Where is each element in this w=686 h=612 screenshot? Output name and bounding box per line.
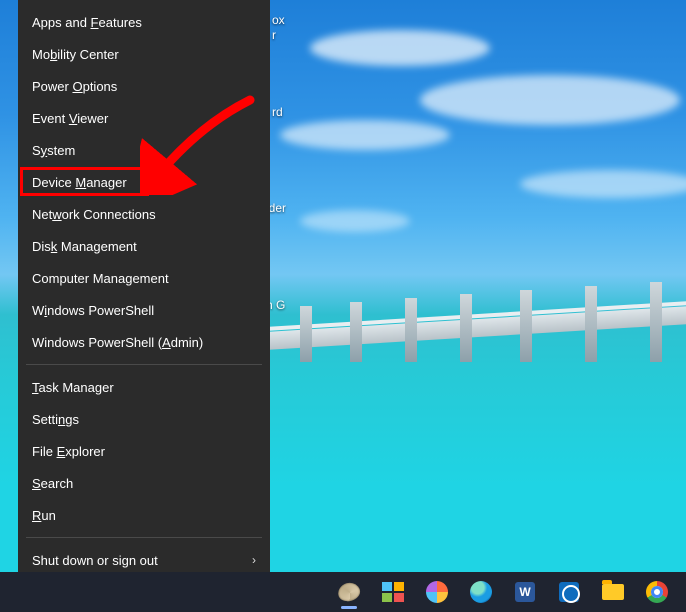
menu-item-label: Run xyxy=(32,508,56,523)
taskbar-item-copilot[interactable] xyxy=(418,573,456,611)
taskbar-item-microsoft-word[interactable]: W xyxy=(506,573,544,611)
taskbar[interactable]: W xyxy=(0,572,686,612)
desktop-icon-label-fragment: rd xyxy=(272,105,283,119)
taskbar-item-microsoft-edge[interactable] xyxy=(462,573,500,611)
menu-item-settings[interactable]: Settings xyxy=(18,403,270,435)
menu-item-power-options[interactable]: Power Options xyxy=(18,70,270,102)
word-icon: W xyxy=(515,582,535,602)
edge-icon xyxy=(470,581,492,603)
menu-item-label: Shut down or sign out xyxy=(32,553,158,568)
bridge-illustration xyxy=(265,305,686,350)
menu-item-disk-management[interactable]: Disk Management xyxy=(18,230,270,262)
taskbar-item-shell-app[interactable] xyxy=(330,573,368,611)
menu-item-label: Device Manager xyxy=(32,175,127,190)
folder-icon xyxy=(602,584,624,600)
menu-item-network-connections[interactable]: Network Connections xyxy=(18,198,270,230)
menu-item-windows-powershell-admin[interactable]: Windows PowerShell (Admin) xyxy=(18,326,270,358)
menu-item-run[interactable]: Run xyxy=(18,499,270,531)
menu-item-label: Event Viewer xyxy=(32,111,108,126)
menu-item-system[interactable]: System xyxy=(18,134,270,166)
chrome-icon xyxy=(646,581,668,603)
menu-item-label: System xyxy=(32,143,75,158)
menu-separator xyxy=(26,364,262,365)
menu-item-label: Mobility Center xyxy=(32,47,119,62)
outlook-icon xyxy=(559,582,579,602)
menu-item-task-manager[interactable]: Task Manager xyxy=(18,371,270,403)
menu-item-label: File Explorer xyxy=(32,444,105,459)
menu-item-label: Settings xyxy=(32,412,79,427)
taskbar-item-google-chrome[interactable] xyxy=(638,573,676,611)
menu-item-event-viewer[interactable]: Event Viewer xyxy=(18,102,270,134)
menu-item-device-manager[interactable]: Device Manager xyxy=(18,166,270,198)
menu-item-apps-features[interactable]: Apps and Features xyxy=(18,6,270,38)
menu-item-label: Windows PowerShell (Admin) xyxy=(32,335,203,350)
menu-item-label: Windows PowerShell xyxy=(32,303,154,318)
taskbar-item-file-explorer[interactable] xyxy=(594,573,632,611)
menu-item-label: Disk Management xyxy=(32,239,137,254)
menu-item-label: Network Connections xyxy=(32,207,156,222)
files-icon xyxy=(382,582,404,602)
desktop-icon-label-fragment: r xyxy=(272,28,276,42)
menu-item-windows-powershell[interactable]: Windows PowerShell xyxy=(18,294,270,326)
menu-item-label: Search xyxy=(32,476,73,491)
menu-item-mobility-center[interactable]: Mobility Center xyxy=(18,38,270,70)
menu-item-label: Apps and Features xyxy=(32,15,142,30)
menu-item-search[interactable]: Search xyxy=(18,467,270,499)
copilot-icon xyxy=(426,581,448,603)
menu-item-computer-management[interactable]: Computer Management xyxy=(18,262,270,294)
desktop-icon-label-fragment: ox xyxy=(272,13,285,27)
shell-icon xyxy=(336,580,362,603)
menu-item-label: Task Manager xyxy=(32,380,114,395)
chevron-right-icon: › xyxy=(252,553,256,567)
menu-separator xyxy=(26,537,262,538)
menu-item-label: Computer Management xyxy=(32,271,169,286)
taskbar-item-microsoft-outlook[interactable] xyxy=(550,573,588,611)
menu-item-label: Power Options xyxy=(32,79,117,94)
winx-power-user-menu[interactable]: Apps and Features Mobility Center Power Op… xyxy=(18,0,270,572)
screen: oxrrdlderh G Apps and FeaturesMobility C… xyxy=(0,0,686,612)
taskbar-item-files-app[interactable] xyxy=(374,573,412,611)
menu-item-file-explorer[interactable]: File Explorer xyxy=(18,435,270,467)
